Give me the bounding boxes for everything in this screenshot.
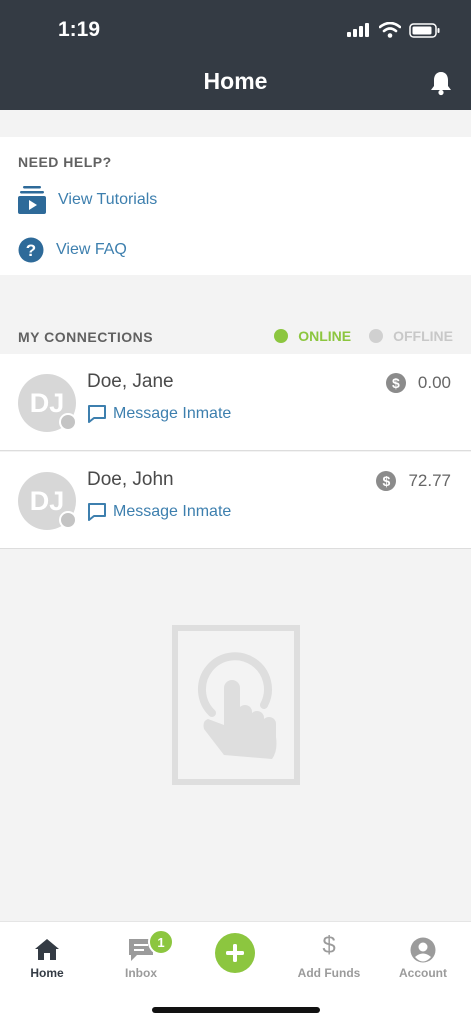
offline-dot-icon — [369, 329, 384, 343]
tab-home-label: Home — [30, 966, 64, 980]
battery-icon — [409, 22, 440, 38]
need-help-label: NEED HELP? — [18, 154, 112, 170]
view-tutorials-label: View Tutorials — [58, 191, 158, 208]
presence-offline-icon — [59, 511, 77, 529]
online-label: ONLINE — [298, 328, 352, 344]
my-connections-header: MY CONNECTIONS ONLINE OFFLINE — [0, 320, 471, 354]
inbox-badge: 1 — [148, 929, 174, 955]
my-connections-label: MY CONNECTIONS — [18, 329, 154, 345]
plus-icon — [215, 933, 255, 973]
status-legend: ONLINE OFFLINE — [274, 328, 453, 344]
tab-account[interactable]: Account — [376, 922, 470, 992]
home-icon — [35, 939, 59, 960]
avatar: DJ — [18, 374, 77, 432]
dollar-icon: $ — [385, 373, 406, 393]
tab-add-funds[interactable]: $ Add Funds — [282, 922, 376, 992]
online-dot-icon — [274, 329, 289, 343]
message-inmate-link[interactable]: Message Inmate — [87, 502, 231, 522]
app-header: 1:19 Home — [0, 0, 471, 110]
notification-bell-icon[interactable] — [429, 70, 453, 96]
need-help-section: NEED HELP? View Tutorials ? View FAQ — [0, 137, 471, 275]
tab-home[interactable]: Home — [0, 922, 94, 992]
offline-label: OFFLINE — [393, 328, 453, 344]
status-time: 1:19 — [58, 18, 101, 41]
tab-add[interactable] — [188, 922, 282, 992]
dollar-icon: $ — [376, 471, 397, 491]
balance: $ 0.00 — [385, 373, 451, 393]
balance-amount: 0.00 — [417, 373, 451, 392]
connection-card[interactable]: DJ Doe, John Message Inmate $ 72.77 — [0, 452, 471, 549]
wifi-icon — [379, 22, 401, 38]
presence-offline-icon — [59, 413, 77, 431]
dollar-icon: $ — [322, 932, 336, 959]
message-inmate-link[interactable]: Message Inmate — [87, 404, 231, 424]
view-faq-link[interactable]: ? View FAQ — [18, 237, 127, 263]
connection-name: Doe, John — [87, 469, 174, 490]
tab-inbox[interactable]: Inbox — [94, 922, 188, 992]
balance-amount: 72.77 — [408, 471, 451, 490]
svg-text:?: ? — [26, 241, 36, 260]
tutorials-icon — [18, 186, 46, 214]
account-icon — [410, 937, 436, 963]
balance: $ 72.77 — [376, 471, 451, 491]
message-inmate-label: Message Inmate — [113, 405, 232, 422]
signal-icon — [347, 23, 369, 37]
avatar-initials: DJ — [29, 485, 65, 516]
chat-icon — [88, 503, 106, 521]
chat-icon — [88, 405, 106, 423]
view-faq-label: View FAQ — [56, 241, 127, 258]
tab-account-label: Account — [399, 966, 447, 980]
avatar-initials: DJ — [29, 387, 65, 418]
view-tutorials-link[interactable]: View Tutorials — [18, 185, 157, 215]
status-icons — [347, 22, 441, 38]
message-inmate-label: Message Inmate — [113, 503, 232, 520]
home-indicator — [152, 1007, 320, 1013]
tab-inbox-label: Inbox — [125, 966, 157, 980]
page-title: Home — [203, 68, 268, 94]
tab-add-funds-label: Add Funds — [297, 966, 361, 980]
connection-card[interactable]: DJ Doe, Jane Message Inmate $ 0.00 — [0, 354, 471, 451]
tap-illustration-icon — [172, 625, 300, 785]
faq-icon: ? — [18, 237, 44, 263]
connection-name: Doe, Jane — [87, 371, 174, 392]
avatar: DJ — [18, 472, 77, 530]
